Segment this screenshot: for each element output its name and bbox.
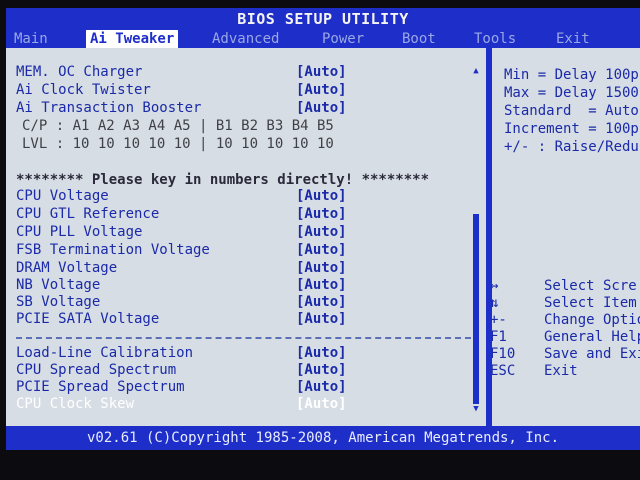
tab-advanced[interactable]: Advanced xyxy=(212,30,279,48)
key-description: Save and Exi xyxy=(544,346,640,362)
key-description: Exit xyxy=(544,363,578,379)
key-hint-select-screen: ↔ Select Scre xyxy=(492,278,640,295)
f10-key: F10 xyxy=(492,346,516,362)
key-hint-select-item: ⇅ Select Item xyxy=(492,295,640,312)
setting-value[interactable]: [Auto] xyxy=(296,277,347,294)
setting-label: Load-Line Calibration xyxy=(16,345,194,361)
up-down-arrow-icon: ⇅ xyxy=(492,295,499,311)
setting-value[interactable]: [Auto] xyxy=(296,188,347,205)
help-line: Max = Delay 1500 xyxy=(504,85,639,101)
setting-label: CPU Clock Skew xyxy=(16,396,135,412)
tab-power[interactable]: Power xyxy=(322,30,364,48)
copyright-footer: v02.61 (C)Copyright 1985-2008, American … xyxy=(6,426,640,450)
setting-cpu-pll-voltage[interactable]: CPU PLL Voltage [Auto] xyxy=(16,224,476,241)
setting-value[interactable]: [Auto] xyxy=(296,396,347,413)
setting-value[interactable]: [Auto] xyxy=(296,82,347,99)
setting-label: MEM. OC Charger xyxy=(16,64,143,80)
notice-text: ******** Please key in numbers directly!… xyxy=(16,172,430,188)
setting-value[interactable]: [Auto] xyxy=(296,362,347,379)
settings-list: MEM. OC Charger [Auto] Ai Clock Twister … xyxy=(6,48,486,426)
key-hint-save-exit: F10 Save and Exi xyxy=(492,346,640,363)
key-hint-general-help: F1 General Help xyxy=(492,329,640,346)
scrollbar-thumb[interactable] xyxy=(473,214,479,404)
key-description: General Help xyxy=(544,329,640,345)
setting-value[interactable]: [Auto] xyxy=(296,294,347,311)
setting-cpu-clock-skew[interactable]: CPU Clock Skew [Auto] xyxy=(16,396,476,413)
setting-label: NB Voltage xyxy=(16,277,101,293)
setting-value[interactable]: [Auto] xyxy=(296,242,347,259)
setting-load-line-calibration[interactable]: Load-Line Calibration [Auto] xyxy=(16,345,476,362)
setting-label: PCIE Spread Spectrum xyxy=(16,379,185,395)
scrollbar[interactable]: ▲ ▼ xyxy=(472,66,480,414)
tab-tools[interactable]: Tools xyxy=(474,30,516,48)
help-line: Min = Delay 100p xyxy=(504,67,639,83)
main-panel: MEM. OC Charger [Auto] Ai Clock Twister … xyxy=(6,48,640,426)
setting-ai-transaction-booster[interactable]: Ai Transaction Booster [Auto] xyxy=(16,100,476,117)
help-line: Standard = Auto xyxy=(504,103,639,119)
setting-label: Ai Transaction Booster xyxy=(16,100,202,116)
setting-pcie-sata-voltage[interactable]: PCIE SATA Voltage [Auto] xyxy=(16,311,476,328)
plus-minus-key: +- xyxy=(492,312,507,328)
setting-label: CPU Voltage xyxy=(16,188,109,204)
key-hint-exit: ESC Exit xyxy=(492,363,640,380)
window-title: BIOS SETUP UTILITY xyxy=(237,10,409,28)
setting-dram-voltage[interactable]: DRAM Voltage [Auto] xyxy=(16,260,476,277)
scroll-down-arrow-icon[interactable]: ▼ xyxy=(472,404,480,414)
tab-exit[interactable]: Exit xyxy=(556,30,590,48)
scroll-up-arrow-icon[interactable]: ▲ xyxy=(472,66,480,76)
setting-label: CPU PLL Voltage xyxy=(16,224,143,240)
setting-ai-clock-twister[interactable]: Ai Clock Twister [Auto] xyxy=(16,82,476,99)
menu-tabs: Main Ai Tweaker Advanced Power Boot Tool… xyxy=(6,30,640,48)
tab-boot[interactable]: Boot xyxy=(402,30,436,48)
header-bar: BIOS SETUP UTILITY Main Ai Tweaker Advan… xyxy=(6,8,640,48)
key-description: Select Item xyxy=(544,295,637,311)
setting-cpu-gtl-reference[interactable]: CPU GTL Reference [Auto] xyxy=(16,206,476,223)
f1-key: F1 xyxy=(492,329,507,345)
setting-sb-voltage[interactable]: SB Voltage [Auto] xyxy=(16,294,476,311)
setting-value[interactable]: [Auto] xyxy=(296,311,347,328)
key-hint-change-option: +- Change Optio xyxy=(492,312,640,329)
help-line: +/- : Raise/Redu xyxy=(504,139,639,155)
setting-label: FSB Termination Voltage xyxy=(16,242,210,258)
section-separator xyxy=(16,337,471,340)
setting-cpu-voltage[interactable]: CPU Voltage [Auto] xyxy=(16,188,476,205)
setting-nb-voltage[interactable]: NB Voltage [Auto] xyxy=(16,277,476,294)
setting-label: CPU GTL Reference xyxy=(16,206,160,222)
cp-row: C/P : A1 A2 A3 A4 A5 | B1 B2 B3 B4 B5 xyxy=(22,118,334,134)
tab-main[interactable]: Main xyxy=(14,30,48,48)
key-description: Select Scre xyxy=(544,278,637,294)
setting-label: PCIE SATA Voltage xyxy=(16,311,160,327)
setting-value[interactable]: [Auto] xyxy=(296,64,347,81)
tab-ai-tweaker[interactable]: Ai Tweaker xyxy=(86,30,179,48)
setting-label: Ai Clock Twister xyxy=(16,82,151,98)
bios-screen: BIOS SETUP UTILITY Main Ai Tweaker Advan… xyxy=(0,0,640,480)
setting-label: DRAM Voltage xyxy=(16,260,118,276)
help-panel: Min = Delay 100p Max = Delay 1500 Standa… xyxy=(492,48,640,426)
setting-value[interactable]: [Auto] xyxy=(296,206,347,223)
setting-value[interactable]: [Auto] xyxy=(296,100,347,117)
key-description: Change Optio xyxy=(544,312,640,328)
setting-label: CPU Spread Spectrum xyxy=(16,362,177,378)
setting-value[interactable]: [Auto] xyxy=(296,260,347,277)
setting-mem-oc-charger[interactable]: MEM. OC Charger [Auto] xyxy=(16,64,476,81)
setting-value[interactable]: [Auto] xyxy=(296,345,347,362)
setting-pcie-spread-spectrum[interactable]: PCIE Spread Spectrum [Auto] xyxy=(16,379,476,396)
setting-cpu-spread-spectrum[interactable]: CPU Spread Spectrum [Auto] xyxy=(16,362,476,379)
lvl-row: LVL : 10 10 10 10 10 | 10 10 10 10 10 xyxy=(22,136,334,152)
left-right-arrow-icon: ↔ xyxy=(492,278,499,294)
setting-fsb-termination-voltage[interactable]: FSB Termination Voltage [Auto] xyxy=(16,242,476,259)
esc-key: ESC xyxy=(492,363,516,379)
setting-value[interactable]: [Auto] xyxy=(296,379,347,396)
setting-label: SB Voltage xyxy=(16,294,101,310)
help-line: Increment = 100p xyxy=(504,121,639,137)
setting-value[interactable]: [Auto] xyxy=(296,224,347,241)
